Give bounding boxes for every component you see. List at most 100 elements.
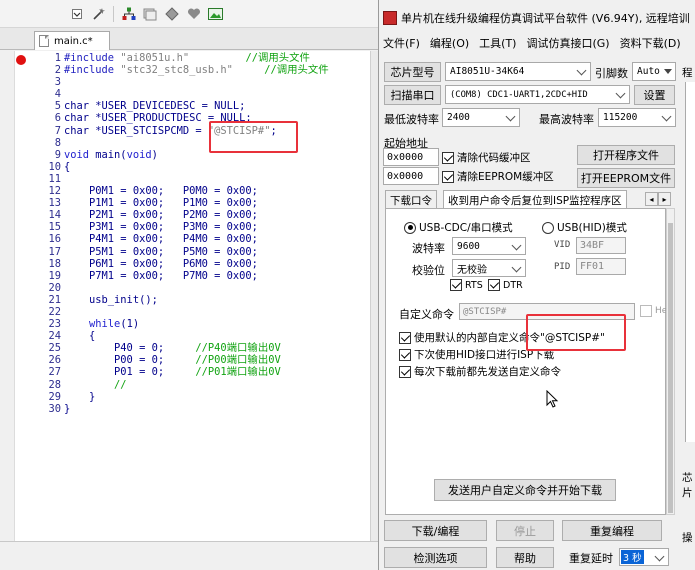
code-token: //调用头文件	[245, 52, 310, 64]
tab-main-c[interactable]: main.c*	[34, 31, 110, 50]
custom-command-input[interactable]: @STCISP#	[459, 303, 635, 320]
baud-select[interactable]: 9600	[452, 237, 526, 255]
code-line[interactable]: 9 void main(void)	[28, 149, 329, 161]
editor-scrollbar[interactable]	[370, 51, 378, 541]
chip-model-button[interactable]: 芯片型号	[384, 62, 441, 82]
scrollbar-thumb[interactable]	[668, 223, 673, 513]
code-line[interactable]: 1 #include "ai8051u.h" //调用头文件	[28, 52, 329, 64]
clear-eeprom-buffer-checkbox[interactable]: 清除EEPROM缓冲区	[442, 169, 554, 184]
code-line[interactable]: 11	[28, 173, 329, 185]
code-line[interactable]: 24 {	[28, 330, 329, 342]
code-lines[interactable]: 1 #include "ai8051u.h" //调用头文件 2 #include "…	[28, 52, 329, 415]
min-baud-select[interactable]: 2400	[442, 108, 520, 127]
rts-checkbox[interactable]: RTS	[450, 279, 483, 291]
usb-cdc-radio[interactable]: USB-CDC/串口模式	[404, 220, 513, 235]
dropdown-icon[interactable]	[68, 6, 85, 22]
detect-options-button[interactable]: 检测选项	[384, 547, 487, 568]
code-line[interactable]: 13 P1M1 = 0x00; P1M0 = 0x00;	[28, 197, 329, 209]
pin-count-select[interactable]: Auto	[632, 62, 676, 81]
code-line[interactable]: 30}	[28, 403, 329, 415]
menu-debug[interactable]: 调试仿真接口(G)	[522, 32, 615, 52]
breakpoint-icon[interactable]	[16, 55, 26, 65]
code-line[interactable]: 7 char *USER_STCISPCMD = "@STCISP#";	[28, 125, 329, 137]
tab-scroll-left-icon[interactable]: ◂	[645, 192, 658, 206]
send-command-and-download-button[interactable]: 发送用户自定义命令并开始下载	[434, 479, 616, 501]
hierarchy-icon[interactable]	[120, 6, 137, 22]
chip-model-value: AI8051U-34K64	[450, 66, 525, 77]
code-line[interactable]: 14 P2M1 = 0x00; P2M0 = 0x00;	[28, 209, 329, 221]
code-line[interactable]: 26 P00 = 0; //P00端口输出0V	[28, 354, 329, 366]
panel-scrollbar[interactable]	[666, 208, 675, 515]
right-pane-upper	[685, 82, 695, 442]
code-line[interactable]: 4	[28, 88, 329, 100]
port-select[interactable]: (COM8) CDC1-UART1,2CDC+HID	[445, 85, 630, 104]
code-line[interactable]: 10{	[28, 161, 329, 173]
tab-user-command-reset[interactable]: 收到用户命令后复位到ISP监控程序区	[443, 190, 627, 208]
menu-program[interactable]: 编程(O)	[426, 32, 475, 52]
code-line[interactable]: 29 }	[28, 391, 329, 403]
code-line[interactable]: 25 P40 = 0; //P40端口输出0V	[28, 342, 329, 354]
heart-icon[interactable]	[185, 6, 202, 22]
open-eeprom-file-button[interactable]: 打开EEPROM文件	[577, 168, 675, 188]
clear-code-buffer-checkbox[interactable]: 清除代码缓冲区	[442, 150, 531, 165]
download-program-button[interactable]: 下载/编程	[384, 520, 487, 541]
eeprom-address-input[interactable]: 0x0000	[383, 167, 439, 185]
tab-download-password[interactable]: 下载口令	[385, 190, 437, 208]
menu-download[interactable]: 资料下载(D)	[616, 32, 687, 52]
code-line[interactable]: 6 char *USER_PRODUCTDESC = NULL;	[28, 112, 329, 124]
send-before-download-label: 每次下载前都先发送自定义命令	[414, 366, 561, 378]
line-number: 25	[48, 342, 61, 355]
usb-hid-radio[interactable]: USB(HID)模式	[542, 220, 627, 235]
use-default-command-checkbox[interactable]: 使用默认的内部自定义命令"@STCISP#"	[399, 330, 605, 345]
menu-tools[interactable]: 工具(T)	[475, 32, 522, 52]
code-line[interactable]: 15 P3M1 = 0x00; P3M0 = 0x00;	[28, 221, 329, 233]
line-number: 1	[54, 52, 61, 64]
magic-wand-icon[interactable]	[90, 6, 107, 22]
scan-port-button[interactable]: 扫描串口	[384, 85, 441, 105]
repeat-program-button[interactable]: 重复编程	[562, 520, 662, 541]
next-download-hid-checkbox[interactable]: 下次使用HID接口进行ISP下载	[399, 347, 554, 362]
repeat-delay-value: 3 秒	[621, 550, 644, 564]
send-before-download-checkbox[interactable]: 每次下载前都先发送自定义命令	[399, 364, 561, 379]
open-program-file-button[interactable]: 打开程序文件	[577, 145, 675, 165]
code-line[interactable]: 8	[28, 137, 329, 149]
code-line[interactable]: 20	[28, 282, 329, 294]
code-line[interactable]: 22	[28, 306, 329, 318]
code-line[interactable]: 3	[28, 76, 329, 88]
code-line[interactable]: 23 while(1)	[28, 318, 329, 330]
tab-scroll-right-icon[interactable]: ▸	[658, 192, 671, 206]
chip-model-select[interactable]: AI8051U-34K64	[445, 62, 591, 81]
dtr-checkbox[interactable]: DTR	[488, 279, 523, 291]
use-default-command-label: 使用默认的内部自定义命令"@STCISP#"	[414, 332, 605, 344]
code-line[interactable]: 17 P5M1 = 0x00; P5M0 = 0x00;	[28, 246, 329, 258]
repeat-delay-select[interactable]: 3 秒	[619, 548, 669, 566]
parity-select[interactable]: 无校验	[452, 259, 526, 277]
stop-button[interactable]: 停止	[496, 520, 554, 541]
code-token: P00 = 0;	[64, 354, 196, 367]
vid-input[interactable]: 34BF	[576, 237, 626, 254]
code-line[interactable]: 2 #include "stc32_stc8_usb.h" //调用头文件	[28, 64, 329, 76]
code-token: //P40端口输出0V	[195, 342, 281, 355]
line-number: 15	[48, 221, 61, 234]
max-baud-select[interactable]: 115200	[598, 108, 676, 127]
settings-button[interactable]: 设置	[634, 85, 675, 105]
code-line[interactable]: 16 P4M1 = 0x00; P4M0 = 0x00;	[28, 233, 329, 245]
code-address-input[interactable]: 0x0000	[383, 148, 439, 166]
diamond-icon[interactable]	[163, 6, 180, 22]
layers-icon[interactable]	[141, 6, 158, 22]
chevron-down-icon	[654, 551, 665, 562]
menu-file[interactable]: 文件(F)	[379, 32, 426, 52]
code-line[interactable]: 28 //	[28, 379, 329, 391]
pid-input[interactable]: FF01	[576, 258, 626, 275]
help-button[interactable]: 帮助	[496, 547, 554, 568]
code-token: P4M1 = 0x00; P4M0 = 0x00;	[64, 233, 258, 246]
code-line[interactable]: 21 usb_init();	[28, 294, 329, 306]
code-line[interactable]: 12 P0M1 = 0x00; P0M0 = 0x00;	[28, 185, 329, 197]
code-line[interactable]: 19 P7M1 = 0x00; P7M0 = 0x00;	[28, 270, 329, 282]
code-line[interactable]: 5 char *USER_DEVICEDESC = NULL;	[28, 100, 329, 112]
code-token: P01 = 0;	[64, 366, 196, 379]
next-download-hid-label: 下次使用HID接口进行ISP下载	[414, 349, 555, 361]
code-line[interactable]: 27 P01 = 0; //P01端口输出0V	[28, 366, 329, 378]
image-icon[interactable]	[207, 6, 224, 22]
code-line[interactable]: 18 P6M1 = 0x00; P6M0 = 0x00;	[28, 258, 329, 270]
